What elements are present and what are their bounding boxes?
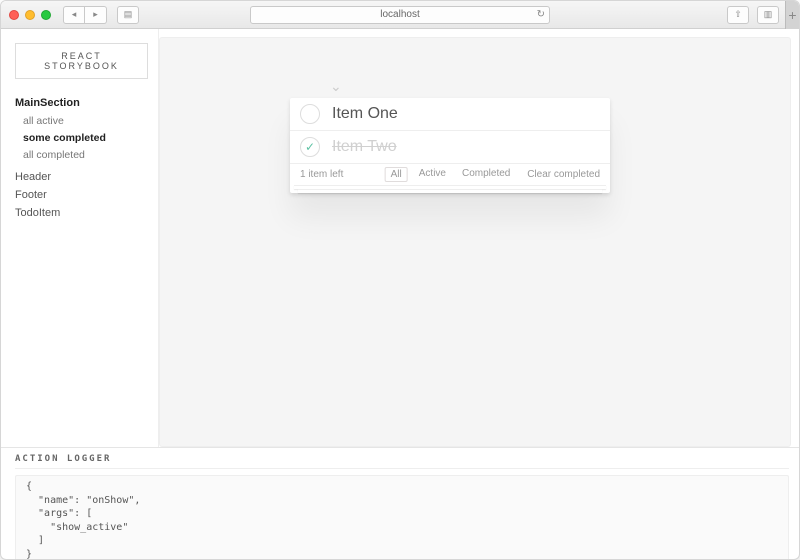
tabs-button[interactable]: ▥ xyxy=(757,6,779,24)
minimize-window-button[interactable] xyxy=(25,10,35,20)
top-pane: REACT STORYBOOK MainSection all active s… xyxy=(1,29,799,447)
filter-completed[interactable]: Completed xyxy=(457,167,515,182)
component-header[interactable]: Header xyxy=(15,171,148,183)
url-text: localhost xyxy=(380,9,419,20)
filter-active[interactable]: Active xyxy=(414,167,451,182)
back-button[interactable]: ◂ xyxy=(63,6,85,24)
stack-shadow xyxy=(298,189,602,193)
todo-row[interactable]: ✓ Item Two xyxy=(290,131,610,164)
items-left: 1 item left xyxy=(300,169,343,180)
new-tab-button[interactable]: + xyxy=(785,1,799,29)
zoom-window-button[interactable] xyxy=(41,10,51,20)
todo-checkbox[interactable]: ✓ xyxy=(300,137,320,157)
app: REACT STORYBOOK MainSection all active s… xyxy=(1,29,799,559)
forward-button[interactable]: ▸ xyxy=(85,6,107,24)
story-all-completed[interactable]: all completed xyxy=(23,149,148,161)
share-button[interactable]: ⇧ xyxy=(727,6,749,24)
sidebar: REACT STORYBOOK MainSection all active s… xyxy=(1,29,159,447)
clear-completed[interactable]: Clear completed xyxy=(527,169,600,180)
filter-all[interactable]: All xyxy=(385,167,408,182)
sidebar-toggle-button[interactable]: ▤ xyxy=(117,6,139,24)
traffic-lights xyxy=(9,10,51,20)
logger-body: { "name": "onShow", "args": [ "show_acti… xyxy=(15,475,789,560)
filter-group: All Active Completed xyxy=(385,167,516,182)
story-some-completed[interactable]: some completed xyxy=(23,132,148,144)
todo-row[interactable]: Item One xyxy=(290,98,610,131)
url-bar[interactable]: localhost ↻ xyxy=(250,6,550,24)
logo: REACT STORYBOOK xyxy=(15,43,148,79)
todo-label: Item Two xyxy=(332,138,397,156)
chevron-down-icon[interactable]: ⌄ xyxy=(330,78,342,95)
stories-list: all active some completed all completed xyxy=(23,115,148,161)
component-mainsection[interactable]: MainSection xyxy=(15,97,148,109)
component-footer[interactable]: Footer xyxy=(15,189,148,201)
preview-pane: ⌄ Item One ✓ Item Two 1 item left All xyxy=(159,37,791,447)
story-all-active[interactable]: all active xyxy=(23,115,148,127)
todo-checkbox[interactable] xyxy=(300,104,320,124)
todo-widget: Item One ✓ Item Two 1 item left All Acti… xyxy=(290,98,610,193)
nav-buttons: ◂ ▸ xyxy=(63,6,107,24)
component-todoitem[interactable]: TodoItem xyxy=(15,207,148,219)
titlebar: ◂ ▸ ▤ localhost ↻ ⇧ ▥ + xyxy=(1,1,799,29)
todo-footer: 1 item left All Active Completed Clear c… xyxy=(290,164,610,185)
close-window-button[interactable] xyxy=(9,10,19,20)
todo-label: Item One xyxy=(332,105,398,123)
logger-title: ACTION LOGGER xyxy=(15,454,789,469)
action-logger: ACTION LOGGER { "name": "onShow", "args"… xyxy=(1,447,799,559)
reload-icon[interactable]: ↻ xyxy=(537,9,545,20)
browser-window: ◂ ▸ ▤ localhost ↻ ⇧ ▥ + REACT STORYBOOK … xyxy=(0,0,800,560)
